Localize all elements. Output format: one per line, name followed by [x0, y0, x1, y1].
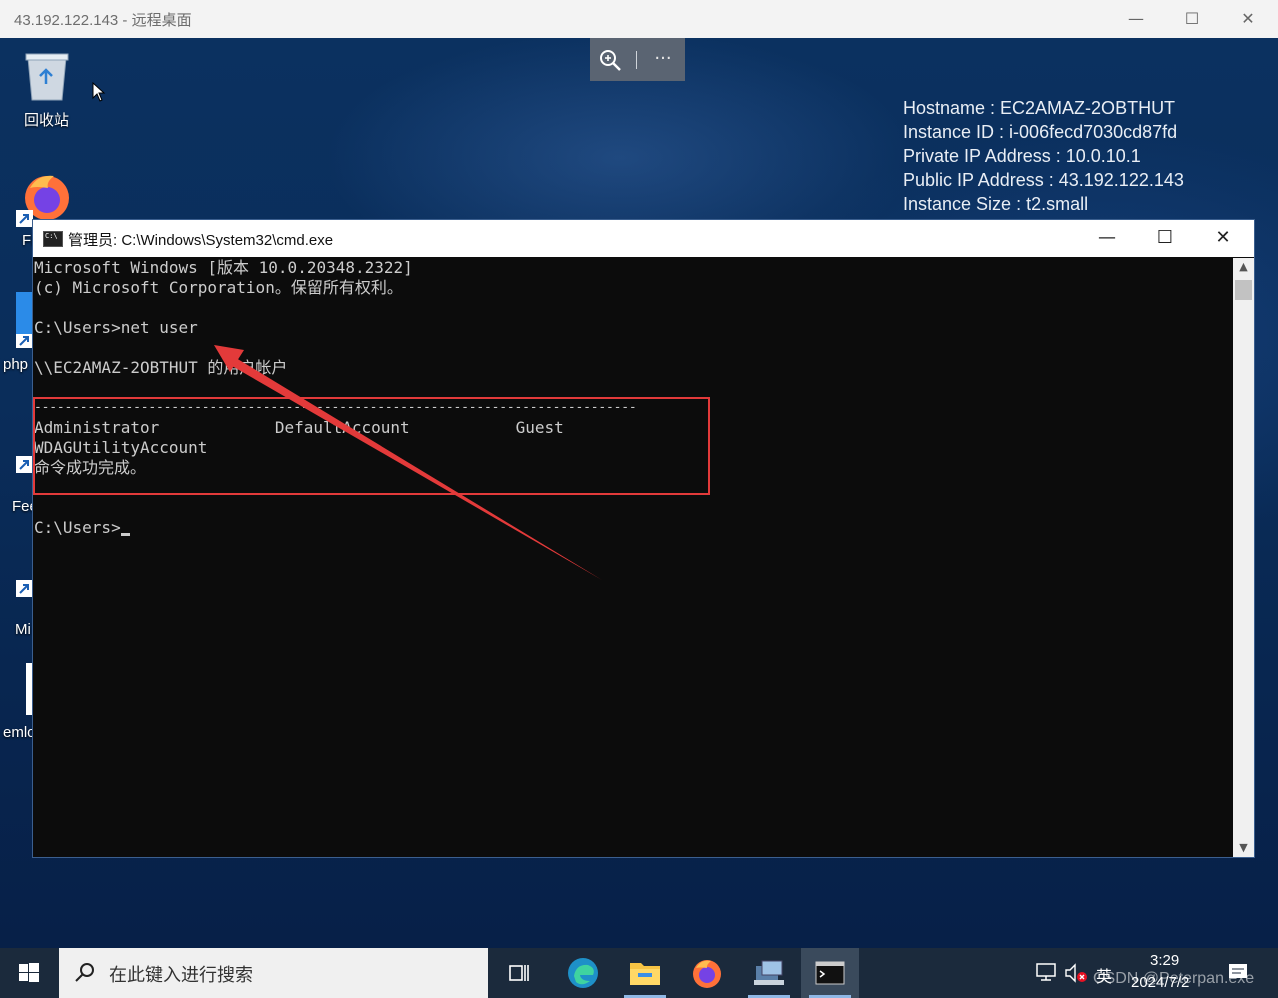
search-icon	[75, 963, 94, 982]
mouse-pointer-icon	[92, 82, 106, 102]
rdp-minimize-button[interactable]: —	[1116, 5, 1156, 33]
rdp-maximize-button[interactable]: ☐	[1172, 5, 1212, 33]
taskbar-firefox[interactable]	[678, 948, 736, 998]
emlo-label: emlo	[3, 724, 36, 741]
cmd-icon	[815, 961, 845, 985]
annotation-highlight-box	[33, 397, 710, 495]
scroll-thumb[interactable]	[1235, 280, 1252, 300]
cmd-close-button[interactable]: ✕	[1194, 220, 1252, 257]
console-prompt[interactable]: C:\Users>	[34, 518, 130, 538]
hostname-text: Hostname : EC2AMAZ-2OBTHUT	[903, 98, 1176, 118]
search-placeholder: 在此键入进行搜索	[109, 965, 253, 985]
server-manager-icon	[754, 960, 784, 985]
edge-icon	[568, 958, 598, 988]
app-icon[interactable]	[16, 292, 33, 348]
text-cursor	[120, 533, 130, 536]
console-line: (c) Microsoft Corporation。保留所有权利。	[34, 278, 403, 297]
scroll-down-button[interactable]: ▼	[1233, 839, 1254, 857]
vertical-scrollbar[interactable]: ▲ ▼	[1233, 258, 1254, 857]
instance-id-text: Instance ID : i-006fecd7030cd87fd	[903, 122, 1178, 142]
rdp-close-button[interactable]: ✕	[1228, 5, 1268, 33]
zoom-icon[interactable]	[596, 46, 624, 74]
taskbar-server-manager[interactable]	[740, 948, 798, 998]
more-options-button[interactable]: ···	[648, 46, 678, 74]
rdp-title-bar: 43.192.122.143 - 远程桌面 — ☐ ✕	[0, 0, 1278, 38]
private-ip-text: Private IP Address : 10.0.10.1	[903, 146, 1141, 166]
start-button[interactable]	[0, 948, 58, 998]
network-icon[interactable]	[1035, 962, 1057, 982]
taskbar-file-explorer[interactable]	[616, 948, 674, 998]
instance-info-panel: Hostname : EC2AMAZ-2OBTHUT Instance ID :…	[903, 96, 1184, 216]
cmd-title-bar[interactable]: 管理员: C:\Windows\System32\cmd.exe — ☐ ✕	[33, 220, 1254, 257]
shortcut-arrow-icon[interactable]	[16, 580, 33, 597]
public-ip-text: Public IP Address : 43.192.122.143	[903, 170, 1184, 190]
csdn-watermark: CSDN @Peterpan.exe	[1093, 970, 1255, 987]
recycle-bin-label: 回收站	[24, 112, 70, 129]
taskbar-cmd[interactable]	[801, 948, 859, 998]
prompt-text: C:\Users>	[34, 518, 121, 537]
rdp-window-title: 43.192.122.143 - 远程桌面	[14, 12, 192, 29]
recycle-bin-icon[interactable]	[22, 48, 72, 104]
console-output[interactable]: Microsoft Windows [版本 10.0.20348.2322] (…	[34, 258, 1232, 857]
task-view-icon	[509, 965, 529, 981]
cmd-window-title: 管理员: C:\Windows\System32\cmd.exe	[68, 232, 334, 249]
cmd-minimize-button[interactable]: —	[1078, 220, 1136, 257]
firefox-icon	[693, 960, 721, 988]
console-line: \\EC2AMAZ-2OBTHUT 的用户帐户	[34, 358, 288, 377]
taskbar-edge[interactable]	[554, 948, 612, 998]
scroll-up-button[interactable]: ▲	[1233, 258, 1254, 276]
cmd-icon	[43, 231, 63, 247]
clock-time[interactable]: 3:29	[1150, 952, 1179, 969]
cmd-maximize-button[interactable]: ☐	[1136, 220, 1194, 257]
volume-muted-icon[interactable]	[1064, 962, 1088, 984]
toolbar-divider	[636, 51, 637, 69]
shortcut-arrow-icon	[16, 210, 33, 227]
task-view-button[interactable]	[490, 948, 548, 998]
mi-label: Mi	[15, 621, 31, 638]
cmd-window[interactable]: 管理员: C:\Windows\System32\cmd.exe — ☐ ✕ M…	[33, 220, 1254, 857]
console-line: C:\Users>net user	[34, 318, 198, 337]
instance-size-text: Instance Size : t2.small	[903, 194, 1089, 214]
folder-icon	[630, 963, 660, 985]
php-label: php	[3, 356, 29, 373]
shortcut-arrow-icon[interactable]	[16, 456, 33, 473]
console-line: Microsoft Windows [版本 10.0.20348.2322]	[34, 258, 413, 277]
